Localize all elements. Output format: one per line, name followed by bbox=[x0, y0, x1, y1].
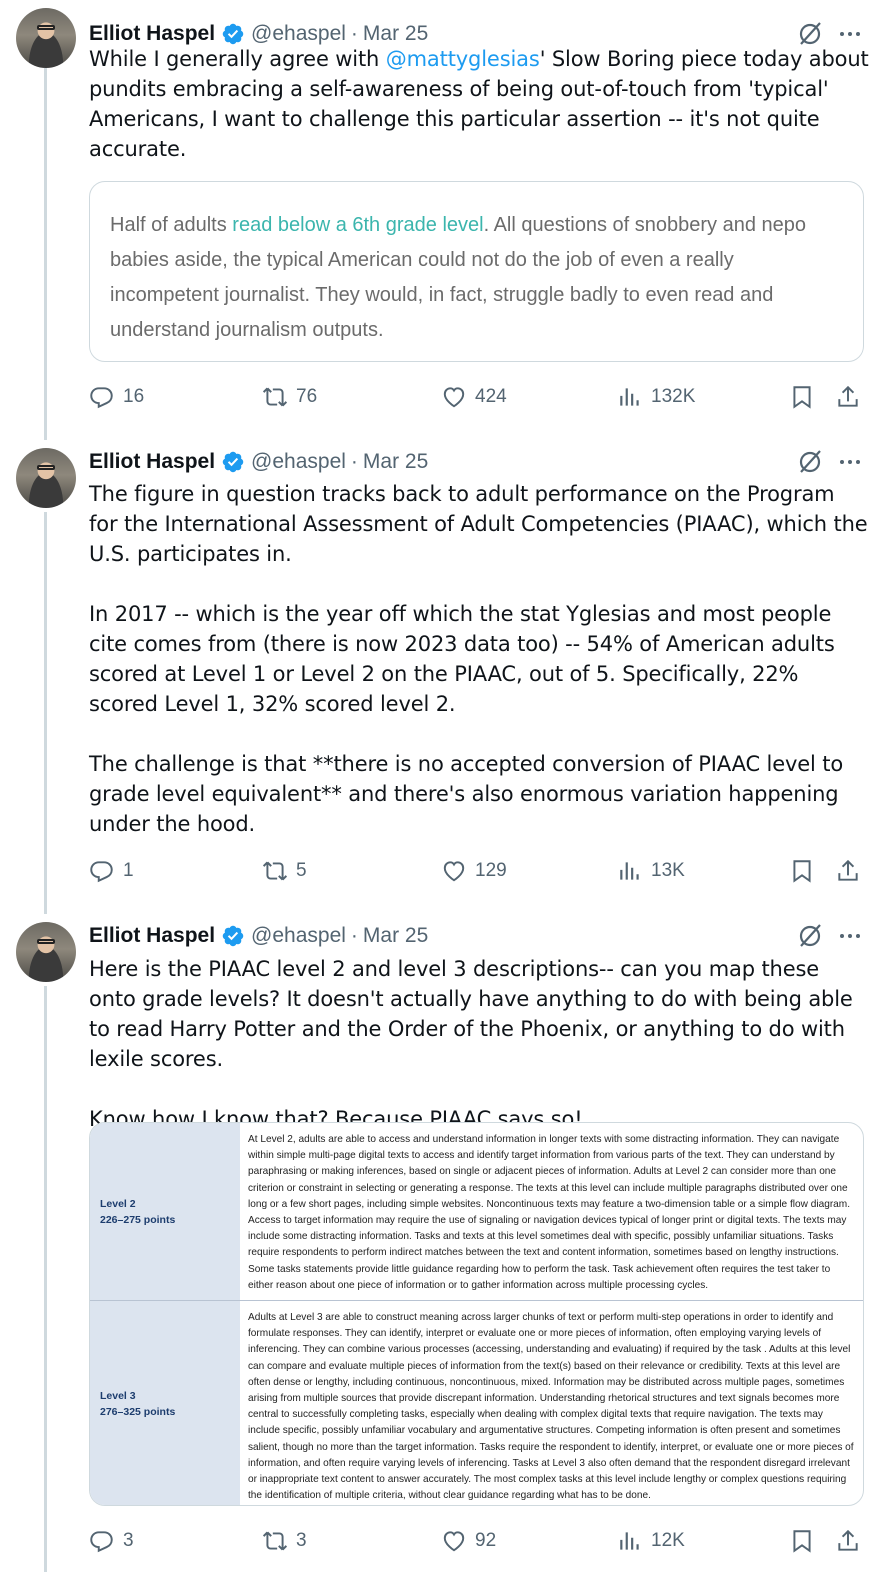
bookmark-button[interactable] bbox=[789, 856, 823, 886]
bookmark-icon bbox=[793, 860, 811, 883]
tweet-text: Here is the PIAAC level 2 and level 3 de… bbox=[89, 957, 853, 1131]
views-button[interactable]: 12K bbox=[617, 1526, 685, 1556]
piaac-table-image[interactable]: Level 2 226–275 points At Level 2, adult… bbox=[89, 1122, 864, 1506]
verified-badge-icon bbox=[222, 23, 244, 45]
share-icon bbox=[838, 859, 858, 881]
level-label: Level 2 226–275 points bbox=[90, 1123, 240, 1300]
like-icon bbox=[443, 861, 465, 882]
views-icon bbox=[620, 1532, 639, 1550]
bookmark-icon bbox=[793, 386, 811, 409]
tweet-date[interactable]: Mar 25 bbox=[363, 22, 428, 46]
reply-button[interactable]: 3 bbox=[89, 1526, 134, 1556]
repost-icon bbox=[262, 861, 288, 881]
reply-icon bbox=[90, 1531, 113, 1553]
repost-button[interactable]: 5 bbox=[262, 856, 307, 886]
more-icon[interactable] bbox=[836, 448, 864, 476]
like-button[interactable]: 424 bbox=[441, 382, 507, 412]
share-button[interactable] bbox=[835, 382, 869, 412]
repost-icon bbox=[262, 387, 288, 407]
views-icon bbox=[620, 862, 639, 880]
more-icon[interactable] bbox=[836, 922, 864, 950]
bookmark-button[interactable] bbox=[789, 382, 823, 412]
like-button[interactable]: 129 bbox=[441, 856, 507, 886]
tweet-header: Elliot Haspel @ehaspel · Mar 25 bbox=[89, 924, 429, 948]
action-bar: 3 3 92 12K bbox=[89, 1526, 869, 1556]
bookmark-icon bbox=[793, 1530, 811, 1553]
verified-badge-icon bbox=[222, 925, 244, 947]
verified-badge-icon bbox=[222, 451, 244, 473]
reply-icon bbox=[90, 387, 113, 409]
quote-link[interactable]: read below a 6th grade level bbox=[232, 214, 483, 236]
like-icon bbox=[443, 387, 465, 408]
repost-icon bbox=[262, 1531, 288, 1551]
action-bar: 1 5 129 13K bbox=[89, 856, 869, 886]
tweet[interactable]: Elliot Haspel @ehaspel · Mar 25 While I … bbox=[0, 8, 886, 428]
table-row: Level 3 276–325 points Adults at Level 3… bbox=[90, 1301, 863, 1505]
tweet-header: Elliot Haspel @ehaspel · Mar 25 bbox=[89, 450, 429, 474]
grok-icon[interactable] bbox=[796, 922, 824, 950]
table-row: Level 2 226–275 points At Level 2, adult… bbox=[90, 1123, 863, 1301]
level-description: Adults at Level 3 are able to construct … bbox=[248, 1312, 854, 1502]
tweet[interactable]: Elliot Haspel @ehaspel · Mar 25 The figu… bbox=[0, 448, 886, 908]
reply-button[interactable]: 1 bbox=[89, 856, 134, 886]
repost-button[interactable]: 3 bbox=[262, 1526, 307, 1556]
tweet-text: The figure in question tracks back to ad… bbox=[89, 482, 868, 836]
author-name[interactable]: Elliot Haspel bbox=[89, 22, 215, 46]
reply-button[interactable]: 16 bbox=[89, 382, 144, 412]
quote-text: Half of adults read below a 6th grade le… bbox=[110, 214, 807, 341]
author-handle[interactable]: @ehaspel bbox=[251, 450, 346, 474]
repost-button[interactable]: 76 bbox=[262, 382, 317, 412]
avatar[interactable] bbox=[16, 922, 76, 982]
share-button[interactable] bbox=[835, 1526, 869, 1556]
share-icon bbox=[838, 1529, 858, 1551]
share-icon bbox=[838, 385, 858, 407]
tweet[interactable]: Elliot Haspel @ehaspel · Mar 25 Here is … bbox=[0, 922, 886, 1572]
like-button[interactable]: 92 bbox=[441, 1526, 496, 1556]
quote-card[interactable]: Half of adults read below a 6th grade le… bbox=[89, 181, 864, 362]
grok-icon[interactable] bbox=[796, 448, 824, 476]
share-button[interactable] bbox=[835, 856, 869, 886]
bookmark-button[interactable] bbox=[789, 1526, 823, 1556]
level-description: At Level 2, adults are able to access an… bbox=[248, 1134, 851, 1291]
avatar[interactable] bbox=[16, 8, 76, 68]
like-icon bbox=[443, 1531, 465, 1552]
tweet-text: While I generally agree with @mattyglesi… bbox=[89, 47, 869, 161]
views-button[interactable]: 13K bbox=[617, 856, 685, 886]
author-handle[interactable]: @ehaspel bbox=[251, 924, 346, 948]
author-handle[interactable]: @ehaspel bbox=[251, 22, 346, 46]
tweet-date[interactable]: Mar 25 bbox=[363, 924, 428, 948]
author-name[interactable]: Elliot Haspel bbox=[89, 924, 215, 948]
tweet-date[interactable]: Mar 25 bbox=[363, 450, 428, 474]
views-icon bbox=[620, 388, 639, 406]
author-name[interactable]: Elliot Haspel bbox=[89, 450, 215, 474]
views-button[interactable]: 132K bbox=[617, 382, 695, 412]
action-bar: 16 76 424 132K bbox=[89, 382, 869, 412]
reply-icon bbox=[90, 861, 113, 883]
mention-link[interactable]: @mattyglesias bbox=[386, 47, 540, 71]
level-label: Level 3 276–325 points bbox=[90, 1301, 240, 1505]
avatar[interactable] bbox=[16, 448, 76, 508]
